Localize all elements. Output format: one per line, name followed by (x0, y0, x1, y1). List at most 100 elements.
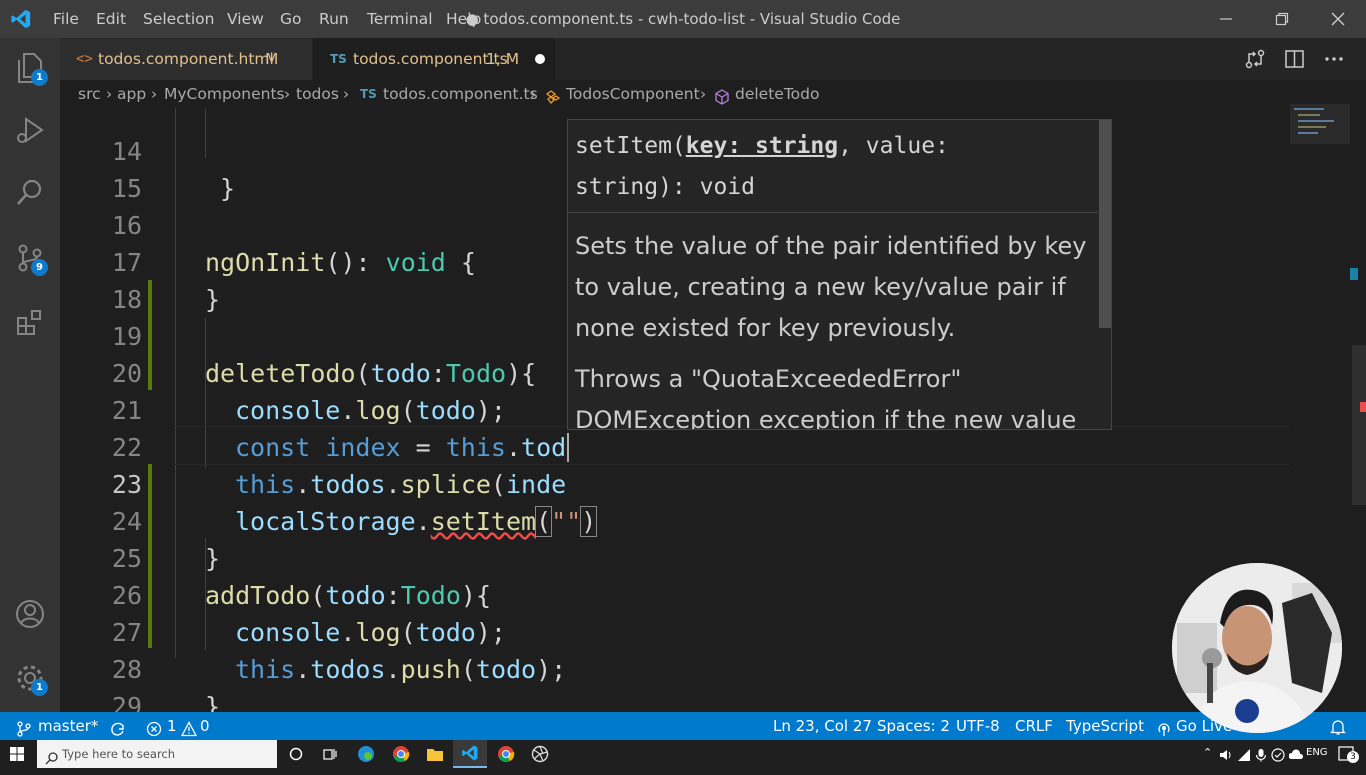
menu-edit[interactable]: Edit (96, 0, 126, 38)
menu-go[interactable]: Go (280, 0, 302, 38)
breadcrumb-file[interactable]: todos.component.ts (383, 80, 538, 108)
onedrive-icon[interactable] (1288, 747, 1304, 761)
more-actions-button[interactable] (1323, 48, 1345, 70)
chevron-right-icon: › (284, 85, 291, 103)
vscode-app-button[interactable] (453, 740, 487, 768)
unsaved-dot-icon[interactable] (535, 54, 545, 64)
warning-count[interactable]: 0 (200, 712, 210, 740)
settings-badge: 1 (31, 679, 48, 696)
task-view-icon (323, 749, 337, 760)
breadcrumb-src[interactable]: src (78, 80, 101, 108)
minimap-slider[interactable] (1290, 104, 1350, 144)
cortana-button[interactable] (279, 740, 313, 768)
microphone-icon[interactable] (1255, 747, 1267, 762)
scrollbar-thumb[interactable] (1352, 345, 1366, 505)
breadcrumb-class[interactable]: TodosComponent (566, 80, 700, 108)
minimize-button[interactable] (1198, 0, 1254, 38)
folder-icon (427, 749, 443, 761)
hover-tooltip: setItem(key: string, value: string): void… (567, 119, 1112, 430)
html-file-icon: <> (76, 51, 93, 67)
branch-icon (16, 718, 32, 737)
windows-taskbar: Type here to search ⌃ ENG 3 (0, 740, 1366, 768)
minimap-line (1298, 126, 1326, 128)
explorer-button[interactable]: 1 (8, 46, 52, 90)
file-explorer-button[interactable] (418, 740, 452, 768)
signature-rest: , value: (838, 133, 949, 159)
open-changes-button[interactable] (1244, 48, 1266, 70)
manage-button[interactable]: 1 (8, 656, 52, 700)
restore-icon (1275, 12, 1289, 26)
code-line: 27 this.todos.push(todo); (60, 577, 1290, 684)
bell-icon[interactable] (1329, 717, 1347, 735)
minimize-icon (1220, 18, 1232, 20)
menu-file[interactable]: File (53, 0, 79, 38)
search-icon (17, 179, 42, 205)
menu-selection[interactable]: Selection (143, 0, 214, 38)
restore-button[interactable] (1254, 0, 1310, 38)
vscode-logo-icon[interactable] (10, 8, 32, 30)
code-line: 30 (60, 688, 1290, 712)
breadcrumb-todos[interactable]: todos (296, 80, 339, 108)
chrome-icon (498, 746, 515, 763)
input-language[interactable]: ENG (1306, 747, 1328, 758)
encoding[interactable]: UTF-8 (956, 712, 1000, 740)
chrome-profile-button[interactable] (489, 740, 523, 768)
text-cursor (567, 433, 569, 462)
account-icon (16, 600, 44, 628)
signature-return: string): void (575, 174, 756, 200)
minimap-line (1294, 108, 1324, 110)
search-button[interactable] (8, 170, 52, 214)
hover-scrollbar[interactable] (1099, 120, 1111, 328)
tray-chevron-up-icon[interactable]: ⌃ (1203, 746, 1212, 759)
run-debug-icon (17, 117, 44, 143)
split-editor-button[interactable] (1284, 48, 1306, 70)
hover-doc-paragraph: Sets the value of the pair identified by… (575, 232, 1087, 342)
compare-changes-icon (1245, 49, 1265, 69)
end-of-line[interactable]: CRLF (1015, 712, 1053, 740)
language-mode[interactable]: TypeScript (1066, 712, 1144, 740)
signature-name: setItem( (575, 133, 686, 159)
tray-app-icon[interactable] (1271, 747, 1285, 762)
code-line: 29 } (60, 651, 1290, 712)
extensions-button[interactable] (8, 300, 52, 344)
cursor-position[interactable]: Ln 23, Col 27 (773, 712, 872, 740)
menu-view[interactable]: View (227, 0, 264, 38)
sync-icon[interactable] (108, 718, 128, 736)
indentation[interactable]: Spaces: 2 (877, 712, 950, 740)
notification-count: 3 (1347, 751, 1359, 763)
overview-ruler-error (1360, 402, 1366, 412)
accounts-button[interactable] (8, 592, 52, 636)
chrome-icon (393, 746, 410, 763)
breadcrumb-mycomponents[interactable]: MyComponents (164, 80, 285, 108)
error-count[interactable]: 1 (167, 712, 177, 740)
notification-center-button[interactable]: 3 (1337, 745, 1359, 763)
menu-terminal[interactable]: Terminal (367, 0, 433, 38)
webcam-overlay (1172, 563, 1342, 733)
run-debug-button[interactable] (8, 108, 52, 152)
source-control-button[interactable]: 9 (8, 236, 52, 280)
volume-icon[interactable] (1219, 747, 1233, 761)
search-icon (45, 747, 59, 765)
close-button[interactable] (1310, 0, 1366, 38)
edge-app-button[interactable] (349, 740, 383, 768)
minimap-line (1298, 114, 1320, 116)
task-view-button[interactable] (313, 740, 347, 768)
menu-help[interactable]: Help (446, 0, 481, 38)
tab-todos-component-ts[interactable]: TS todos.component.ts 1, M (313, 38, 555, 80)
branch-name[interactable]: master* (38, 712, 98, 740)
windows-logo-icon (10, 747, 24, 761)
broadcast-icon (1156, 718, 1172, 736)
chevron-right-icon: › (530, 85, 537, 103)
start-button[interactable] (0, 740, 34, 768)
menu-run[interactable]: Run (319, 0, 349, 38)
breadcrumb-app[interactable]: app (117, 80, 146, 108)
breadcrumb-method[interactable]: deleteTodo (735, 80, 819, 108)
close-icon (1331, 12, 1345, 26)
taskbar-search-box[interactable]: Type here to search (37, 740, 277, 768)
wifi-icon[interactable] (1237, 747, 1251, 761)
chevron-right-icon: › (106, 85, 113, 103)
chrome-app-button[interactable] (384, 740, 418, 768)
tab-todos-component-html[interactable]: <> todos.component.html M (60, 38, 312, 80)
app-button[interactable] (523, 740, 557, 768)
ellipsis-icon (1325, 57, 1343, 61)
